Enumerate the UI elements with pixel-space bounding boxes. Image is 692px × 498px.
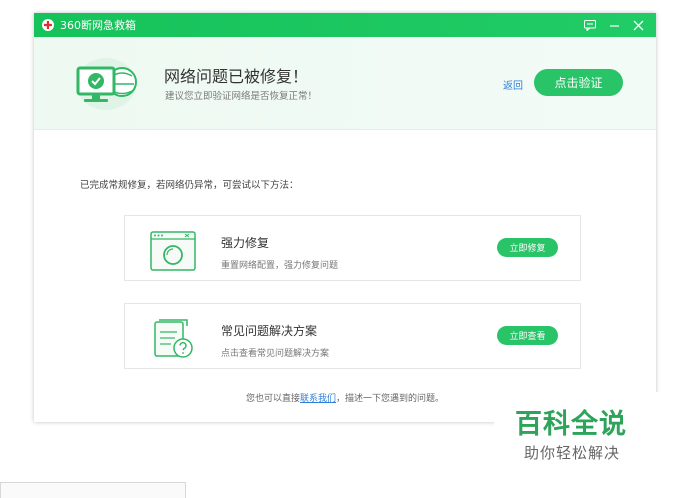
titlebar: ✚ 360断网急救箱 <box>34 13 656 37</box>
hint-text: 已完成常规修复，若网络仍异常，可尝试以下方法： <box>80 180 299 191</box>
watermark-subtitle: 助你轻松解决 <box>524 444 621 462</box>
washing-window-icon <box>150 231 196 271</box>
card-title: 常见问题解决方案 <box>221 324 318 338</box>
window-title: 360断网急救箱 <box>60 19 136 32</box>
result-subtitle: 建议您立即验证网络是否恢复正常！ <box>165 91 318 102</box>
card-title: 强力修复 <box>221 236 270 250</box>
contact-us-link[interactable]: 联系我们 <box>300 394 336 404</box>
repair-now-button[interactable]: 立即修复 <box>497 238 558 257</box>
close-icon[interactable] <box>628 15 648 35</box>
contact-text-before: 您也可以直接 <box>245 394 300 404</box>
result-header: 网络问题已被修复！ 建议您立即验证网络是否恢复正常！ 返回 点击验证 <box>34 37 656 130</box>
strong-repair-card: 强力修复 重置网络配置，强力修复问题 立即修复 <box>124 215 581 281</box>
bottom-strip <box>0 482 186 498</box>
result-title: 网络问题已被修复！ <box>164 67 309 86</box>
contact-text-after: ，描述一下您遇到的问题。 <box>336 394 445 404</box>
verify-button[interactable]: 点击验证 <box>534 69 623 96</box>
360-logo-icon: ✚ <box>42 18 54 32</box>
app-window: ✚ 360断网急救箱 网络问题已被修复！ 建议您立即验证网络是否恢复正常！ 返回… <box>34 13 656 422</box>
network-repaired-icon <box>76 58 137 110</box>
document-question-icon <box>154 319 193 358</box>
card-desc: 点击查看常见问题解决方案 <box>221 349 330 359</box>
feedback-icon[interactable] <box>580 15 600 35</box>
card-desc: 重置网络配置，强力修复问题 <box>221 261 339 271</box>
minimize-icon[interactable] <box>604 15 624 35</box>
view-now-button[interactable]: 立即查看 <box>497 326 558 345</box>
faq-card: 常见问题解决方案 点击查看常见问题解决方案 立即查看 <box>124 303 581 369</box>
back-link[interactable]: 返回 <box>503 77 523 92</box>
watermark-title: 百科全说 <box>515 409 627 440</box>
watermark: 百科全说 助你轻松解决 <box>494 392 692 472</box>
